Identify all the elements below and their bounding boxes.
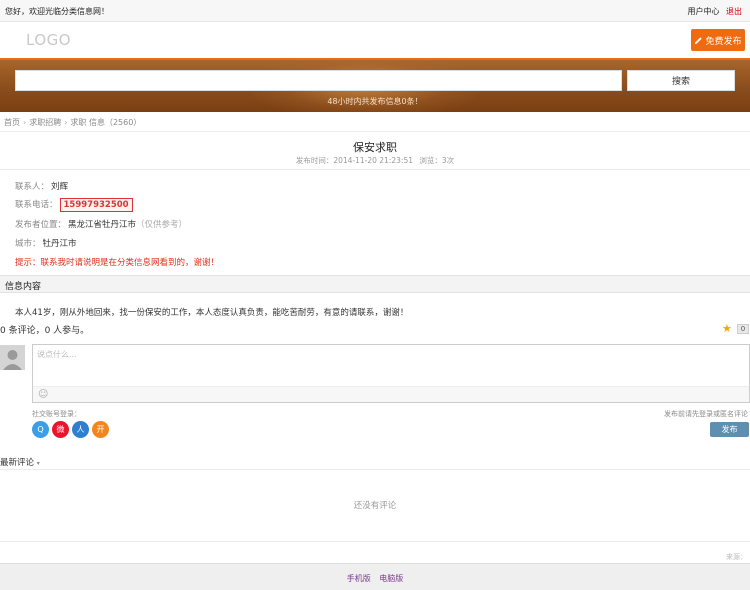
breadcrumb-category[interactable]: 求职招聘 [29, 118, 61, 127]
location-hint: （仅供参考） [136, 220, 188, 230]
breadcrumb-home[interactable]: 首页 [4, 118, 20, 127]
phone-value[interactable]: 15997932500 [59, 198, 133, 212]
pencil-icon [695, 36, 703, 44]
publish-button[interactable]: 发布 [710, 422, 749, 437]
post-content: 本人41岁，刚从外地回来，找一份保安的工作，本人态度认真负责，能吃苦耐劳，有意的… [15, 308, 409, 318]
contact-field: 联系人： 刘辉 [15, 180, 68, 192]
mobile-version-link[interactable]: 手机版 [347, 574, 371, 583]
post-stat-text: 48小时内共发布信息0条！ [327, 97, 423, 106]
chevron-right-icon: › [64, 118, 68, 127]
comment-count: 0 条评论，0 人参与。 [0, 326, 90, 336]
social-login-label: 社交账号登录： [32, 410, 81, 418]
page-root: 您好，欢迎光临分类信息网！ 用户中心 退出 LOGO 免费发布 搜索 48小时内… [0, 0, 750, 590]
search-button[interactable]: 搜索 [627, 70, 735, 91]
contact-label: 联系人： [15, 182, 50, 192]
post-title: 保安求职 [353, 141, 397, 154]
divider [0, 541, 750, 542]
source-label: 来源： [726, 553, 747, 561]
kaixin-icon[interactable]: 开 [92, 421, 109, 438]
comment-textarea[interactable]: 说点什么... ☺ [32, 344, 750, 403]
pc-version-link[interactable]: 电脑版 [379, 574, 403, 583]
post-meta: 发布时间：2014-11-20 21:23:51 浏览：3次 [0, 155, 750, 166]
contact-value: 刘辉 [51, 182, 69, 192]
breadcrumb-current[interactable]: 求职 信息（2560） [70, 118, 141, 127]
star-count: 0 [737, 324, 749, 334]
location-label: 发布者位置： [15, 220, 67, 230]
phone-field: 联系电话： 15997932500 [15, 198, 133, 212]
top-bar: 您好，欢迎光临分类信息网！ 用户中心 退出 [0, 0, 750, 22]
info-section-header: 信息内容 [0, 275, 750, 293]
user-center-link[interactable]: 用户中心 [687, 7, 719, 16]
free-post-button[interactable]: 免费发布 [691, 29, 745, 51]
location-field: 发布者位置： 黑龙江省牡丹江市（仅供参考） [15, 218, 187, 230]
welcome-text: 您好，欢迎光临分类信息网！ [5, 7, 109, 16]
latest-comments-label[interactable]: 最新评论 ▾ [0, 456, 40, 468]
logo[interactable]: LOGO [26, 31, 71, 49]
header: LOGO 免费发布 [0, 22, 750, 58]
published-time: 发布时间：2014-11-20 21:23:51 [295, 156, 413, 165]
comment-placeholder: 说点什么... [37, 350, 77, 359]
city-field: 城市： 牡丹江市 [15, 237, 77, 249]
renren-glyph: 人 [76, 425, 85, 434]
weibo-icon[interactable]: 微 [52, 421, 69, 438]
top-links: 用户中心 退出 [683, 6, 742, 17]
city-label: 城市： [15, 239, 41, 249]
weibo-glyph: 微 [56, 425, 65, 434]
avatar [0, 345, 25, 370]
search-banner: 搜索 48小时内共发布信息0条！ [0, 58, 750, 112]
user-silhouette-icon [0, 345, 25, 370]
social-login-icons: Q 微 人 开 [32, 421, 109, 438]
free-post-label: 免费发布 [705, 36, 742, 47]
chevron-down-icon: ▾ [36, 460, 40, 467]
breadcrumb: 首页 › 求职招聘 › 求职 信息（2560） [4, 117, 141, 128]
footer: 手机版 电脑版 [0, 563, 750, 590]
divider [0, 169, 750, 170]
logout-link[interactable]: 退出 [726, 7, 742, 16]
qq-icon[interactable]: Q [32, 421, 49, 438]
comment-toolbar: ☺ [33, 386, 749, 402]
phone-label: 联系电话： [15, 200, 58, 210]
view-count: 浏览：3次 [419, 156, 455, 165]
city-value: 牡丹江市 [42, 239, 77, 249]
star-icon[interactable]: ★ [722, 322, 732, 335]
social-login-note: 发布前请先登录或匿名评论 [664, 410, 748, 418]
renren-icon[interactable]: 人 [72, 421, 89, 438]
contact-warning: 提示：联系我时请说明是在分类信息网看到的，谢谢！ [15, 258, 220, 268]
chevron-right-icon: › [23, 118, 27, 127]
qq-glyph: Q [37, 425, 44, 434]
latest-comments-text: 最新评论 [0, 458, 35, 468]
divider [0, 131, 750, 132]
location-value: 黑龙江省牡丹江市 [68, 220, 137, 230]
divider [0, 469, 750, 470]
search-input[interactable] [15, 70, 622, 91]
emoji-icon[interactable]: ☺ [38, 389, 49, 400]
kaixin-glyph: 开 [96, 425, 105, 434]
empty-comments-text: 还没有评论 [353, 501, 397, 511]
